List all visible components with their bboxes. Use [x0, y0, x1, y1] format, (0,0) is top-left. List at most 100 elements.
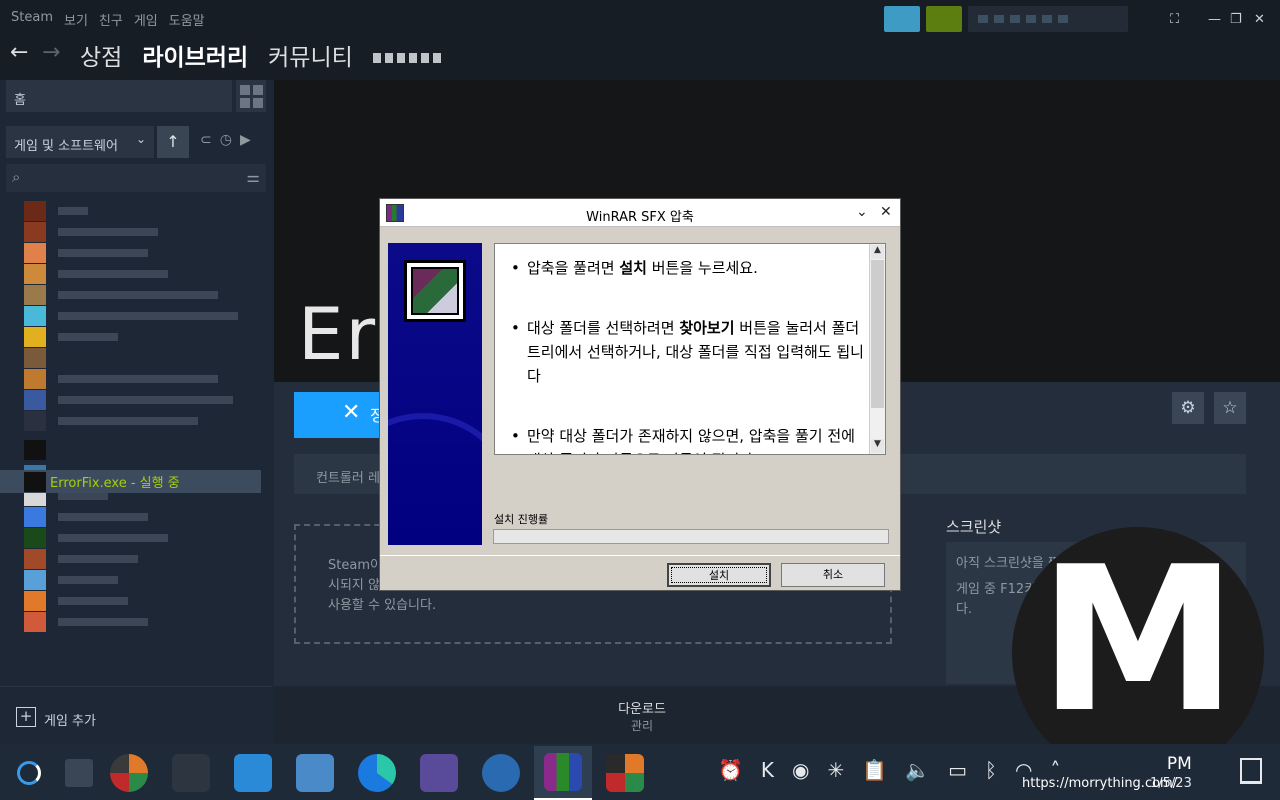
kde-connect-icon[interactable]: [410, 746, 468, 800]
instruction-item: 압축을 풀려면 설치 버튼을 누르세요.: [511, 256, 867, 280]
list-item[interactable]: [24, 263, 264, 284]
filter-label: 게임 및 소프트웨어: [14, 139, 118, 154]
instruction-item: 만약 대상 폴더가 존재하지 않으면, 압축을 풀기 전에 대상 폴더가 자동으…: [511, 424, 867, 454]
account-menu-redacted[interactable]: [968, 6, 1128, 32]
cancel-button[interactable]: 취소: [781, 563, 885, 587]
list-item[interactable]: [24, 242, 264, 263]
list-item[interactable]: [24, 347, 264, 368]
system-tray: ⏰ K ◉ ✳ 📋 🔈 ▭ ᛒ ◠ ˄: [718, 758, 1060, 782]
library-filter-dropdown[interactable]: 게임 및 소프트웨어 ⌄: [6, 126, 154, 158]
close-icon[interactable]: ✕: [1254, 12, 1265, 27]
maximize-icon[interactable]: ❐: [1230, 12, 1242, 27]
winrar-taskbar-icon[interactable]: [534, 746, 592, 800]
list-item[interactable]: [24, 221, 264, 242]
big-picture-icon[interactable]: ⛶: [1170, 12, 1179, 27]
dialog-side-banner: [388, 243, 482, 545]
show-desktop-icon[interactable]: [1240, 758, 1262, 784]
close-icon[interactable]: ✕: [880, 204, 892, 220]
plus-icon: +: [16, 707, 36, 727]
tab-username-redacted[interactable]: [372, 38, 441, 72]
game-list: [24, 200, 264, 632]
list-item[interactable]: [24, 439, 264, 460]
star-icon[interactable]: ☆: [1214, 392, 1246, 424]
recent-clock-icon[interactable]: ◷: [220, 132, 232, 148]
search-icon: ⌕: [12, 168, 21, 186]
clipboard-icon[interactable]: 📋: [862, 758, 887, 782]
running-game-row[interactable]: ErrorFix.exe - 실행 중: [0, 470, 261, 493]
discover-store-icon[interactable]: [224, 746, 282, 800]
app-k-icon[interactable]: [100, 746, 158, 800]
back-arrow-icon[interactable]: ←: [10, 40, 28, 65]
steam-topbar: Steam 보기 친구 게임 도움말 ← → 상점 라이브러리 커뮤니티 ⛶ —…: [0, 0, 1280, 80]
list-item[interactable]: [24, 200, 264, 221]
progress-label: 설치 진행률: [494, 513, 549, 526]
settings-sliders-icon[interactable]: [162, 746, 220, 800]
list-item[interactable]: [24, 527, 264, 548]
bluetooth-icon[interactable]: ᛒ: [985, 758, 997, 782]
list-item[interactable]: [24, 284, 264, 305]
library-search-input[interactable]: ⌕ ⚌: [6, 164, 266, 192]
list-item[interactable]: [24, 506, 264, 527]
list-item[interactable]: [24, 548, 264, 569]
list-item[interactable]: [24, 368, 264, 389]
main-nav: 상점 라이브러리 커뮤니티: [80, 38, 441, 72]
install-filter-icon[interactable]: ⊂: [200, 132, 212, 148]
advanced-filter-icon[interactable]: ⚌: [247, 168, 260, 186]
battery-icon[interactable]: ▭: [948, 758, 967, 782]
taskbar: ⏰ K ◉ ✳ 📋 🔈 ▭ ᛒ ◠ ˄ PM 1/5/23: [0, 744, 1280, 800]
gear-icon[interactable]: ⚙: [1172, 392, 1204, 424]
menu-games[interactable]: 게임: [134, 10, 158, 29]
list-item[interactable]: [24, 611, 264, 632]
forward-arrow-icon[interactable]: →: [42, 40, 60, 65]
instructions-textbox[interactable]: 압축을 풀려면 설치 버튼을 누르세요. 대상 폴더를 선택하려면 찾아보기 버…: [494, 243, 886, 455]
chevron-down-icon[interactable]: ⌄: [856, 204, 868, 220]
close-x-icon: ✕: [342, 400, 361, 425]
notifications-button[interactable]: [926, 6, 962, 32]
list-item[interactable]: [24, 326, 264, 347]
app-k2-icon[interactable]: [596, 746, 654, 800]
instruction-item: 대상 폴더를 선택하려면 찾아보기 버튼을 눌러서 폴더 트리에서 선택하거나,…: [511, 316, 867, 388]
downloads-button[interactable]: 다운로드 관리: [614, 698, 670, 734]
list-item[interactable]: [24, 389, 264, 410]
list-item[interactable]: [24, 569, 264, 590]
steam-icon[interactable]: [472, 746, 530, 800]
scroll-up-icon[interactable]: ▲: [871, 245, 884, 259]
install-button[interactable]: 설치: [667, 563, 771, 587]
screenshots-heading: 스크린샷: [946, 518, 1002, 536]
add-game-button[interactable]: + 게임 추가: [0, 686, 272, 744]
stop-game-button[interactable]: ✕ 정: [294, 392, 392, 438]
broadcast-button[interactable]: [884, 6, 920, 32]
alarm-icon[interactable]: ⏰: [718, 758, 743, 782]
network-tray-icon[interactable]: ✳: [827, 758, 844, 782]
winrar-logo-icon: [404, 260, 466, 322]
add-game-label: 게임 추가: [44, 714, 96, 729]
top-right-controls: [884, 6, 1128, 32]
k-app-tray-icon[interactable]: K: [761, 758, 774, 782]
list-item[interactable]: [24, 590, 264, 611]
file-manager-icon[interactable]: [286, 746, 344, 800]
sort-up-icon[interactable]: ↑: [157, 126, 189, 158]
menu-friends[interactable]: 친구: [99, 10, 123, 29]
scroll-down-icon[interactable]: ▼: [871, 439, 884, 453]
grid-view-icon[interactable]: [236, 80, 266, 112]
edge-browser-icon[interactable]: [348, 746, 406, 800]
running-game-label: ErrorFix.exe - 실행 중: [50, 476, 180, 491]
home-button[interactable]: 홈: [6, 80, 232, 112]
list-item[interactable]: [24, 305, 264, 326]
scroll-thumb[interactable]: [871, 260, 884, 408]
tab-store[interactable]: 상점: [80, 38, 122, 72]
minimize-icon[interactable]: —: [1208, 12, 1221, 27]
list-item[interactable]: [24, 410, 264, 431]
filter-icons: ⊂ ◷ ▶: [200, 132, 251, 148]
textbox-scrollbar[interactable]: ▲ ▼: [869, 244, 885, 454]
tab-library[interactable]: 라이브러리: [142, 38, 248, 72]
tab-community[interactable]: 커뮤니티: [268, 38, 353, 72]
menu-steam[interactable]: Steam: [11, 10, 53, 29]
dialog-titlebar[interactable]: WinRAR SFX 압축 ⌄ ✕: [380, 199, 900, 227]
menu-view[interactable]: 보기: [64, 10, 88, 29]
volume-icon[interactable]: 🔈: [905, 758, 930, 782]
play-filter-icon[interactable]: ▶: [240, 132, 251, 148]
chevron-down-icon: ⌄: [135, 132, 146, 146]
menu-help[interactable]: 도움말: [169, 10, 205, 29]
steam-tray-icon[interactable]: ◉: [792, 758, 809, 782]
